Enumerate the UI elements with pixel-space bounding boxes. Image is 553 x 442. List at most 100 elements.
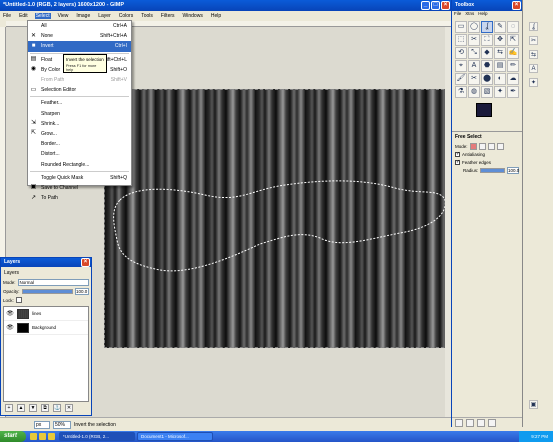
antialiasing-checkbox[interactable]: ✓ [455, 151, 460, 157]
by-color-icon: ◉ [30, 66, 37, 73]
menu-item-save-to-channel[interactable]: ▣ Save to Channel [28, 183, 131, 193]
tool-button-icon[interactable]: A [468, 60, 480, 72]
toolbox-titlebar[interactable]: Toolbox × [452, 0, 522, 11]
tool-button-icon[interactable]: ⤡ [468, 47, 480, 59]
from-path-icon [30, 77, 37, 84]
raise-layer-icon[interactable]: ▲ [17, 404, 25, 412]
tool-button-icon[interactable]: ⇱ [507, 34, 519, 46]
tool-button-icon[interactable]: ⌖ [455, 60, 467, 72]
tool-button-icon[interactable]: ▤ [494, 60, 506, 72]
menu-item-all[interactable]: All Ctrl+A [28, 21, 131, 31]
start-button[interactable]: start [0, 431, 26, 442]
tool-button-icon[interactable]: ✏ [507, 60, 519, 72]
visibility-eye-icon[interactable]: 👁 [6, 310, 14, 317]
menu-item-to-path[interactable]: ↗ To Path [28, 193, 131, 203]
zoom-select[interactable]: 50% [53, 420, 71, 429]
menu-item-grow[interactable]: ⇱ Grow... [28, 129, 131, 139]
dock-fuzzy-icon[interactable]: ✂ [529, 36, 538, 45]
menu-item-none[interactable]: ✕ None Shift+Ctrl+A [28, 31, 131, 41]
tool-button-icon[interactable]: ◆ [481, 47, 493, 59]
save-options-icon[interactable] [455, 419, 463, 427]
tool-button-icon[interactable]: ✒ [507, 86, 519, 98]
delete-options-icon[interactable] [477, 419, 485, 427]
replace-mode-button[interactable] [469, 142, 477, 150]
menu-item-label: Sharpen [41, 110, 60, 117]
tool-button-icon[interactable]: ⬤ [481, 73, 493, 85]
quicklaunch-folder-icon[interactable] [30, 433, 37, 440]
menu-item-rounded-rectangle[interactable]: Rounded Rectangle... [28, 159, 131, 169]
menu-item-selection-editor[interactable]: ▭ Selection Editor [28, 85, 131, 95]
tool-button-icon[interactable]: ☁ [507, 73, 519, 85]
task-gimp[interactable]: *Untitled-1.0 (RGB, 2... [59, 432, 135, 441]
dock-text-icon[interactable]: A [529, 64, 538, 73]
menu-item-label: Invert [41, 43, 54, 50]
reset-options-icon[interactable] [488, 419, 496, 427]
radius-slider[interactable] [480, 167, 505, 173]
tool-button-icon[interactable]: ⬚ [455, 34, 467, 46]
task-word[interactable]: Document1 - Microsof... [137, 432, 213, 441]
tool-button-icon[interactable]: ⛶ [481, 34, 493, 46]
toolbox-menu-file[interactable]: File [454, 11, 461, 18]
foreground-color-swatch[interactable] [476, 103, 492, 117]
duplicate-layer-icon[interactable]: ⧉ [41, 404, 49, 412]
subtract-mode-button[interactable] [487, 142, 495, 150]
menu-item-toggle-quick-mask[interactable]: Toggle Quick Mask Shift+Q [28, 173, 131, 183]
menu-item-from-path[interactable]: From Path Shift+V [28, 75, 131, 85]
layer-mode-select[interactable]: Normal [17, 278, 89, 286]
layers-tab[interactable]: Layers [4, 270, 89, 276]
tool-button-icon[interactable]: ◐ [494, 73, 506, 85]
quicklaunch-media-icon[interactable] [48, 433, 55, 440]
lock-alpha-checkbox[interactable] [15, 297, 22, 303]
menu-item-sharpen[interactable]: Sharpen [28, 109, 131, 119]
menu-item-distort[interactable]: Distort... [28, 149, 131, 159]
lower-layer-icon[interactable]: ▼ [29, 404, 37, 412]
dock-bottom-icon[interactable]: ▣ [529, 400, 538, 409]
intersect-mode-button[interactable] [496, 142, 504, 150]
tool-button-icon[interactable]: ✂ [468, 34, 480, 46]
menu-item-invert[interactable]: ■ Invert Ctrl+I [28, 41, 131, 52]
visibility-eye-icon[interactable]: 👁 [6, 324, 14, 331]
menu-item-border[interactable]: Border... [28, 139, 131, 149]
tool-button-icon[interactable]: ✦ [494, 86, 506, 98]
dock-align-icon[interactable]: ⇆ [529, 50, 538, 59]
anchor-layer-icon[interactable]: ⚓ [53, 404, 61, 412]
dock-lasso-icon[interactable]: ʆ [529, 22, 538, 31]
tool-button-icon[interactable]: ▧ [481, 86, 493, 98]
feather-edges-checkbox[interactable]: ✓ [455, 159, 460, 165]
layer-row[interactable]: 👁 Background [4, 321, 88, 335]
tool-button-icon[interactable]: ⟲ [455, 47, 467, 59]
layer-row[interactable]: 👁 lines [4, 307, 88, 321]
tool-button-icon[interactable]: ⚗ [455, 86, 467, 98]
opacity-value[interactable]: 100.0 [75, 287, 89, 295]
menu-item-feather[interactable]: Feather... [28, 98, 131, 108]
tool-button-icon[interactable]: ✥ [494, 34, 506, 46]
tool-button-icon[interactable]: ◯ [468, 21, 480, 33]
delete-layer-icon[interactable]: ✕ [65, 404, 73, 412]
radius-value[interactable]: 100.0 [507, 166, 519, 174]
toolbox-close-button[interactable]: × [512, 1, 521, 10]
menu-item-shrink[interactable]: ⇲ Shrink... [28, 119, 131, 129]
tool-button-icon[interactable]: ʆ [481, 21, 493, 33]
restore-options-icon[interactable] [466, 419, 474, 427]
toolbox-menu-xtns[interactable]: Xtns [465, 11, 474, 18]
tool-button-icon[interactable]: ✍ [507, 47, 519, 59]
tool-button-icon[interactable]: ⬣ [481, 60, 493, 72]
clock[interactable]: 9:27 PM [531, 431, 548, 442]
layers-titlebar[interactable]: Layers × [1, 258, 91, 267]
tool-button-icon[interactable]: ⇆ [494, 47, 506, 59]
tool-button-icon[interactable]: ✂ [468, 73, 480, 85]
opacity-slider[interactable] [21, 288, 73, 294]
tool-button-icon[interactable]: ◌ [507, 21, 519, 33]
layers-dialog: Layers × Layers Mode: Normal Opacity: 10… [0, 257, 92, 416]
tool-button-icon[interactable]: 🖌 [455, 73, 467, 85]
layers-close-button[interactable]: × [81, 258, 90, 267]
dock-heal-icon[interactable]: ✦ [529, 78, 538, 87]
tool-button-icon[interactable]: ◍ [468, 86, 480, 98]
quicklaunch-browser-icon[interactable] [39, 433, 46, 440]
unit-select[interactable]: px [34, 420, 50, 429]
toolbox-menu-help[interactable]: Help [478, 11, 487, 18]
tool-button-icon[interactable]: ▭ [455, 21, 467, 33]
new-layer-icon[interactable]: + [5, 404, 13, 412]
add-mode-button[interactable] [478, 142, 486, 150]
tool-button-icon[interactable]: ✎ [494, 21, 506, 33]
